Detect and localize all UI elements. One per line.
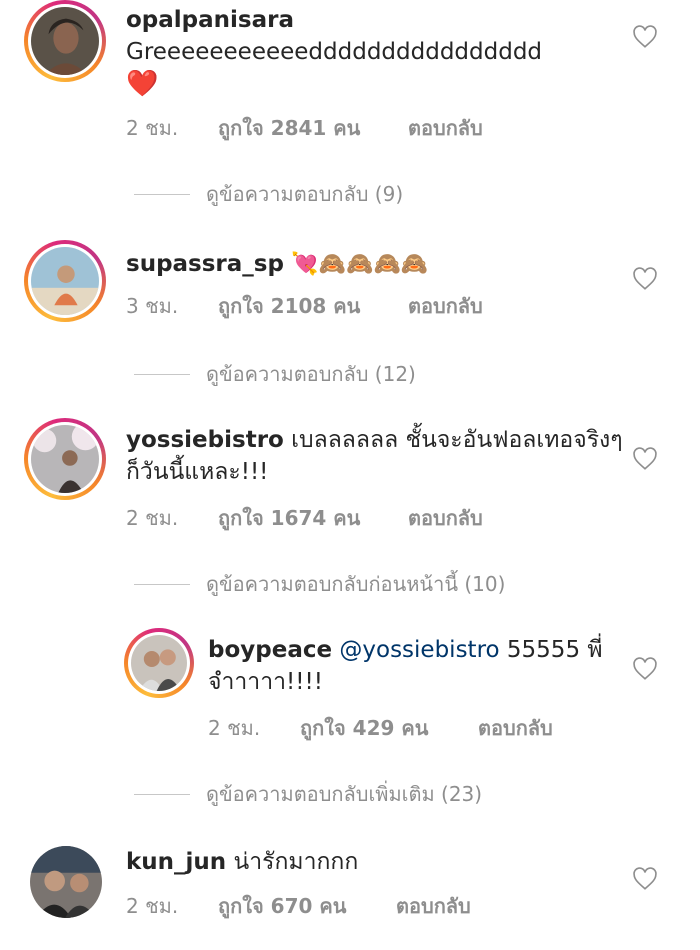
comment-time: 2 ชม. [126,116,179,140]
comment-yossiebistro: yossiebistro เบลลลลลล ชั้นจะอันฟอลเทอจริ… [0,418,700,548]
heart-outline-icon[interactable] [632,656,658,682]
avatar-story-ring[interactable] [24,418,106,500]
comment-text: น่ารักมากกก [233,849,359,875]
view-replies-label: ดูข้อความตอบกลับ (9) [206,182,404,206]
reply-button[interactable]: ตอบกลับ [408,502,483,534]
heart-outline-icon[interactable] [632,266,658,292]
heart-outline-icon[interactable] [632,24,658,50]
avatar [31,7,99,75]
avatar [31,247,99,315]
reply-button[interactable]: ตอบกลับ [396,890,471,922]
avatar-story-ring[interactable] [24,0,106,82]
heart-outline-icon[interactable] [632,446,658,472]
view-replies-label: ดูข้อความตอบกลับ (12) [206,362,416,386]
view-replies-button[interactable]: ดูข้อความตอบกลับ (9) [134,178,403,210]
username[interactable]: boypeace [208,637,332,663]
likes-count-link[interactable]: ถูกใจ 2108 คน [218,290,408,322]
heart-emoji: ❤️ [126,69,159,99]
likes-count-link[interactable]: ถูกใจ 670 คน [218,890,396,922]
reply-boypeace: boypeace @yossiebistro 55555 พี่จำาาาา!!… [0,628,700,758]
username[interactable]: supassra_sp [126,251,284,277]
emoji-text: 💘🙈🙈🙈🙈 [291,252,429,277]
likes-count-link[interactable]: ถูกใจ 429 คน [300,712,478,744]
view-replies-label: ดูข้อความตอบกลับเพิ่มเติม (23) [206,782,483,806]
divider-line [134,793,190,795]
view-replies-button[interactable]: ดูข้อความตอบกลับก่อนหน้านี้ (10) [134,568,505,600]
likes-count-link[interactable]: ถูกใจ 2841 คน [218,112,408,144]
view-replies-button[interactable]: ดูข้อความตอบกลับ (12) [134,358,416,390]
comment-kun_jun: kun_jun น่ารักมากกก 2 ชม. ถูกใจ 670 คน ต… [0,842,700,942]
reply-button[interactable]: ตอบกลับ [478,712,553,744]
comment-time: 2 ชม. [126,506,179,530]
divider-line [134,583,190,585]
comment-text: Greeeeeeeeeeedddddddddddddddd [126,39,543,65]
heart-outline-icon[interactable] [632,866,658,892]
divider-line [134,373,190,375]
username[interactable]: kun_jun [126,849,226,875]
mention-link[interactable]: @yossiebistro [339,637,499,663]
likes-count-link[interactable]: ถูกใจ 1674 คน [218,502,408,534]
reply-button[interactable]: ตอบกลับ [408,112,483,144]
comment-time: 2 ชม. [208,716,261,740]
avatar [131,635,187,691]
comment-supassra_sp: supassra_sp 💘🙈🙈🙈🙈 3 ชม. ถูกใจ 2108 คน ตอ… [0,240,700,360]
reply-button[interactable]: ตอบกลับ [408,290,483,322]
avatar-story-ring[interactable] [124,628,194,698]
avatar[interactable] [30,846,102,918]
divider-line [134,193,190,195]
username[interactable]: yossiebistro [126,427,284,453]
comment-opalpanisara: opalpanisara Greeeeeeeeeeedddddddddddddd… [0,0,700,180]
avatar [31,425,99,493]
view-more-replies-button[interactable]: ดูข้อความตอบกลับเพิ่มเติม (23) [134,778,482,810]
avatar-story-ring[interactable] [24,240,106,322]
comment-time: 3 ชม. [126,294,179,318]
comment-time: 2 ชม. [126,894,179,918]
username[interactable]: opalpanisara [126,7,294,33]
view-replies-label: ดูข้อความตอบกลับก่อนหน้านี้ (10) [206,572,506,596]
